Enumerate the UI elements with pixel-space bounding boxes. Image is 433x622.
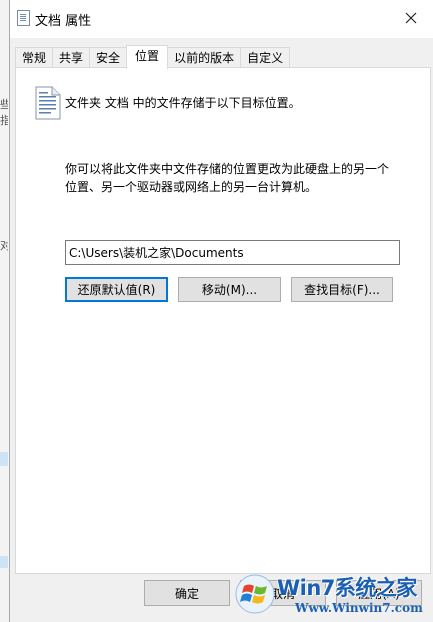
- background-text-fragment: 指: [0, 114, 8, 127]
- cancel-button[interactable]: 取消: [240, 580, 326, 606]
- apply-button[interactable]: 应用(A): [336, 580, 422, 606]
- tab-customize[interactable]: 自定义: [240, 47, 291, 68]
- tab-general[interactable]: 常规: [15, 47, 54, 68]
- description-line: 位置、另一个驱动器或网络上的另一台计算机。: [65, 180, 318, 194]
- location-description: 你可以将此文件夹中文件存储的位置更改为此硬盘上的另一个 位置、另一个驱动器或网络…: [65, 160, 405, 196]
- description-line: 你可以将此文件夹中文件存储的位置更改为此硬盘上的另一个: [65, 162, 390, 176]
- documents-folder-icon: [35, 86, 61, 120]
- target-path-input[interactable]: [65, 240, 400, 265]
- close-button[interactable]: [394, 4, 428, 32]
- tab-strip: 常规 共享 安全 位置 以前的版本 自定义: [15, 45, 291, 69]
- background-text-fragment: 些: [0, 98, 8, 111]
- find-target-button[interactable]: 查找目标(F)...: [291, 277, 393, 302]
- tab-previous-versions[interactable]: 以前的版本: [167, 47, 242, 68]
- location-intro-text: 文件夹 文档 中的文件存储于以下目标位置。: [65, 96, 301, 110]
- tab-location[interactable]: 位置: [126, 45, 169, 69]
- tab-security[interactable]: 安全: [89, 47, 128, 68]
- window-title: 文档 属性: [35, 14, 92, 29]
- ok-button[interactable]: 确定: [144, 580, 230, 606]
- background-selection-highlight: [0, 556, 8, 568]
- title-bar: 文档 属性: [10, 0, 433, 38]
- tab-sharing[interactable]: 共享: [52, 47, 91, 68]
- restore-default-button[interactable]: 还原默认值(R): [65, 277, 168, 302]
- document-icon: [17, 10, 30, 26]
- properties-dialog: 文档 属性 常规 共享 安全 位置 以前的版本 自定义 文件夹 文档 中的文件存…: [9, 0, 433, 622]
- move-button[interactable]: 移动(M)...: [178, 277, 281, 302]
- background-selection-highlight: [0, 452, 8, 466]
- background-text-fragment: 对: [0, 239, 8, 252]
- location-tab-panel: 文件夹 文档 中的文件存储于以下目标位置。 你可以将此文件夹中文件存储的位置更改…: [15, 67, 431, 574]
- close-icon: [405, 12, 417, 24]
